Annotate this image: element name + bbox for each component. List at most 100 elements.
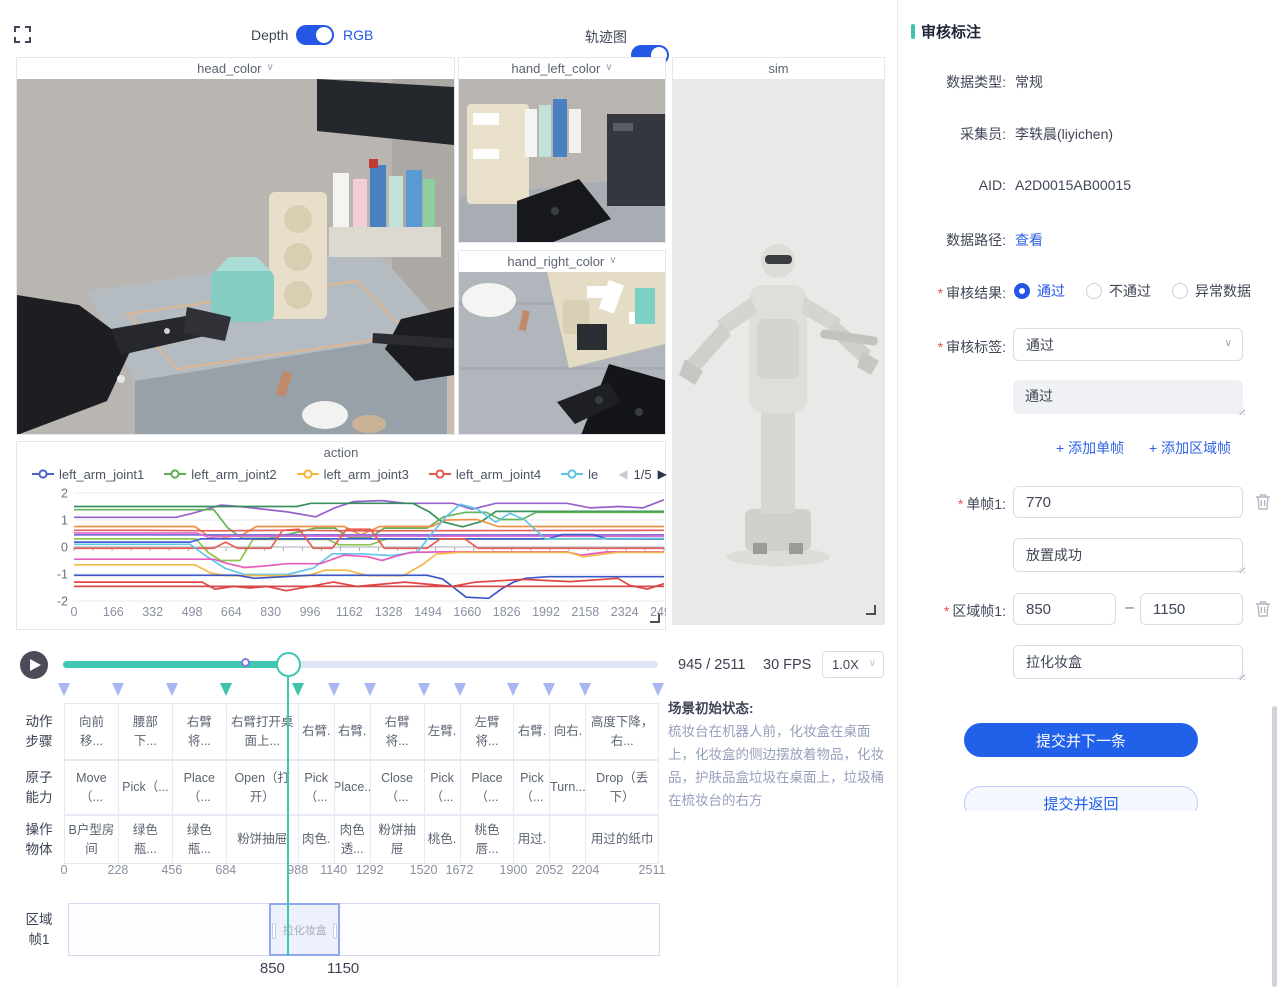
region-frame-segment[interactable]: 拉化妆盒	[269, 903, 340, 956]
add-region-frame-link[interactable]: + 添加区域帧	[1149, 438, 1231, 458]
step-cell[interactable]: 用过.	[513, 815, 550, 864]
timeline-marker[interactable]	[418, 683, 430, 696]
timeline-marker[interactable]	[58, 683, 70, 696]
next-page-icon[interactable]: ▶	[658, 467, 667, 481]
step-cell[interactable]: 肉色透...	[334, 815, 371, 864]
step-cell[interactable]: Pick（...	[424, 760, 461, 815]
review-tag-select[interactable]: 通过 ∨	[1013, 328, 1243, 361]
timeline-slider[interactable]	[63, 661, 658, 668]
scrollbar-thumb[interactable]	[1272, 706, 1277, 987]
trash-icon[interactable]	[1255, 493, 1271, 510]
collector-value: 李轶晨(liyichen)	[1015, 124, 1113, 144]
step-cell[interactable]: 腰部下...	[118, 703, 173, 760]
timeline-marker[interactable]	[166, 683, 178, 696]
region-frame-note[interactable]: 拉化妆盒	[1013, 645, 1243, 679]
region-start-input[interactable]	[1013, 593, 1116, 625]
camera-hand-left-selector[interactable]: hand_left_color ∨	[459, 58, 665, 79]
legend-item[interactable]: left_arm_joint2	[164, 467, 276, 482]
svg-text:996: 996	[300, 605, 321, 619]
step-cell[interactable]: 粉饼抽屉	[370, 815, 425, 864]
step-cell[interactable]: Place（...	[460, 760, 515, 815]
timeline-marker[interactable]	[543, 683, 555, 696]
radio-option[interactable]: 异常数据	[1172, 281, 1251, 301]
prev-page-icon[interactable]: ◀	[618, 467, 627, 481]
speed-select[interactable]: 1.0X ∨	[822, 651, 884, 678]
legend-item[interactable]: le	[561, 467, 598, 482]
svg-text:1494: 1494	[414, 605, 442, 619]
step-cell[interactable]: 右臂.	[334, 703, 371, 760]
depth-rgb-toggle[interactable]	[296, 25, 334, 45]
data-path-link[interactable]: 查看	[1015, 230, 1043, 250]
legend-series-icon	[429, 469, 451, 479]
step-cell[interactable]: Close（...	[370, 760, 425, 815]
submit-next-button[interactable]: 提交并下一条	[964, 723, 1198, 757]
step-cell[interactable]: 肉色.	[298, 815, 335, 864]
segment-handle-left[interactable]	[272, 923, 276, 939]
step-cell[interactable]: 右臂.	[513, 703, 550, 760]
timeline-marker[interactable]	[112, 683, 124, 696]
region-frame-track[interactable]: 拉化妆盒	[68, 903, 660, 956]
step-cell[interactable]: 左臂将...	[460, 703, 515, 760]
step-cell[interactable]: Pick（...	[513, 760, 550, 815]
playhead-cursor-line[interactable]	[287, 677, 289, 956]
step-cell[interactable]: 绿色瓶...	[118, 815, 173, 864]
step-cell[interactable]: Pick（...	[298, 760, 335, 815]
play-button[interactable]	[20, 651, 48, 679]
fullscreen-icon[interactable]	[14, 26, 31, 43]
camera-hand-left-label: hand_left_color	[511, 61, 600, 76]
svg-text:1826: 1826	[493, 605, 521, 619]
timeline-marker[interactable]	[328, 683, 340, 696]
slider-handle[interactable]	[276, 652, 301, 677]
sim-viewport[interactable]	[673, 79, 884, 624]
camera-head-selector[interactable]: head_color ∨	[17, 58, 454, 79]
timeline-marker[interactable]	[507, 683, 519, 696]
legend-item[interactable]: left_arm_joint4	[429, 467, 541, 482]
single-frame-note[interactable]: 放置成功	[1013, 538, 1243, 572]
resize-corner-icon[interactable]	[866, 605, 876, 615]
frame-axis-label: 1900	[500, 863, 528, 877]
step-cell[interactable]: 桃色唇...	[460, 815, 515, 864]
submit-back-button[interactable]: 提交并返回	[964, 786, 1198, 811]
radio-option[interactable]: 通过	[1014, 281, 1065, 301]
timeline-marker[interactable]	[220, 683, 232, 696]
legend-item[interactable]: left_arm_joint1	[32, 467, 144, 482]
row-label: 原子能力	[16, 760, 62, 815]
trash-icon[interactable]	[1255, 600, 1271, 617]
segment-handle-right[interactable]	[333, 923, 337, 939]
step-cell[interactable]: Drop（丢下）	[585, 760, 659, 815]
step-cell[interactable]: Pick（...	[118, 760, 173, 815]
radio-option[interactable]: 不通过	[1086, 281, 1151, 301]
step-cell[interactable]: Place..	[334, 760, 371, 815]
region-end-input[interactable]	[1140, 593, 1243, 625]
svg-text:-2: -2	[57, 595, 68, 609]
legend-series-icon	[297, 469, 319, 479]
radio-icon	[1086, 283, 1102, 299]
step-cell[interactable]: B户型房间	[64, 815, 119, 864]
step-cell[interactable]: 高度下降，右...	[585, 703, 659, 760]
row-label: 操作物体	[16, 815, 62, 864]
timeline-marker[interactable]	[652, 683, 664, 696]
step-cell[interactable]: 向右.	[549, 703, 586, 760]
step-cell[interactable]: 左臂.	[424, 703, 461, 760]
step-cell[interactable]: Place（...	[172, 760, 227, 815]
timeline-marker[interactable]	[364, 683, 376, 696]
step-cell[interactable]: 右臂将...	[172, 703, 227, 760]
step-cell[interactable]: Move（...	[64, 760, 119, 815]
step-cell[interactable]	[549, 815, 586, 864]
timeline-marker[interactable]	[579, 683, 591, 696]
legend-item[interactable]: left_arm_joint3	[297, 467, 409, 482]
step-cell[interactable]: 用过的纸巾	[585, 815, 659, 864]
review-tag-textarea[interactable]: 通过	[1013, 380, 1243, 414]
timeline-marker[interactable]	[292, 683, 304, 696]
add-single-frame-link[interactable]: + 添加单帧	[1056, 438, 1124, 458]
single-frame-input[interactable]	[1013, 486, 1243, 518]
step-cell[interactable]: 右臂将...	[370, 703, 425, 760]
step-cell[interactable]: Turn...	[549, 760, 586, 815]
timeline-marker[interactable]	[454, 683, 466, 696]
step-cell[interactable]: 桃色.	[424, 815, 461, 864]
radio-label: 不通过	[1109, 281, 1151, 301]
step-cell[interactable]: 向前移...	[64, 703, 119, 760]
camera-hand-right-selector[interactable]: hand_right_color ∨	[459, 251, 665, 272]
step-cell[interactable]: 绿色瓶...	[172, 815, 227, 864]
step-cell[interactable]: 右臂.	[298, 703, 335, 760]
